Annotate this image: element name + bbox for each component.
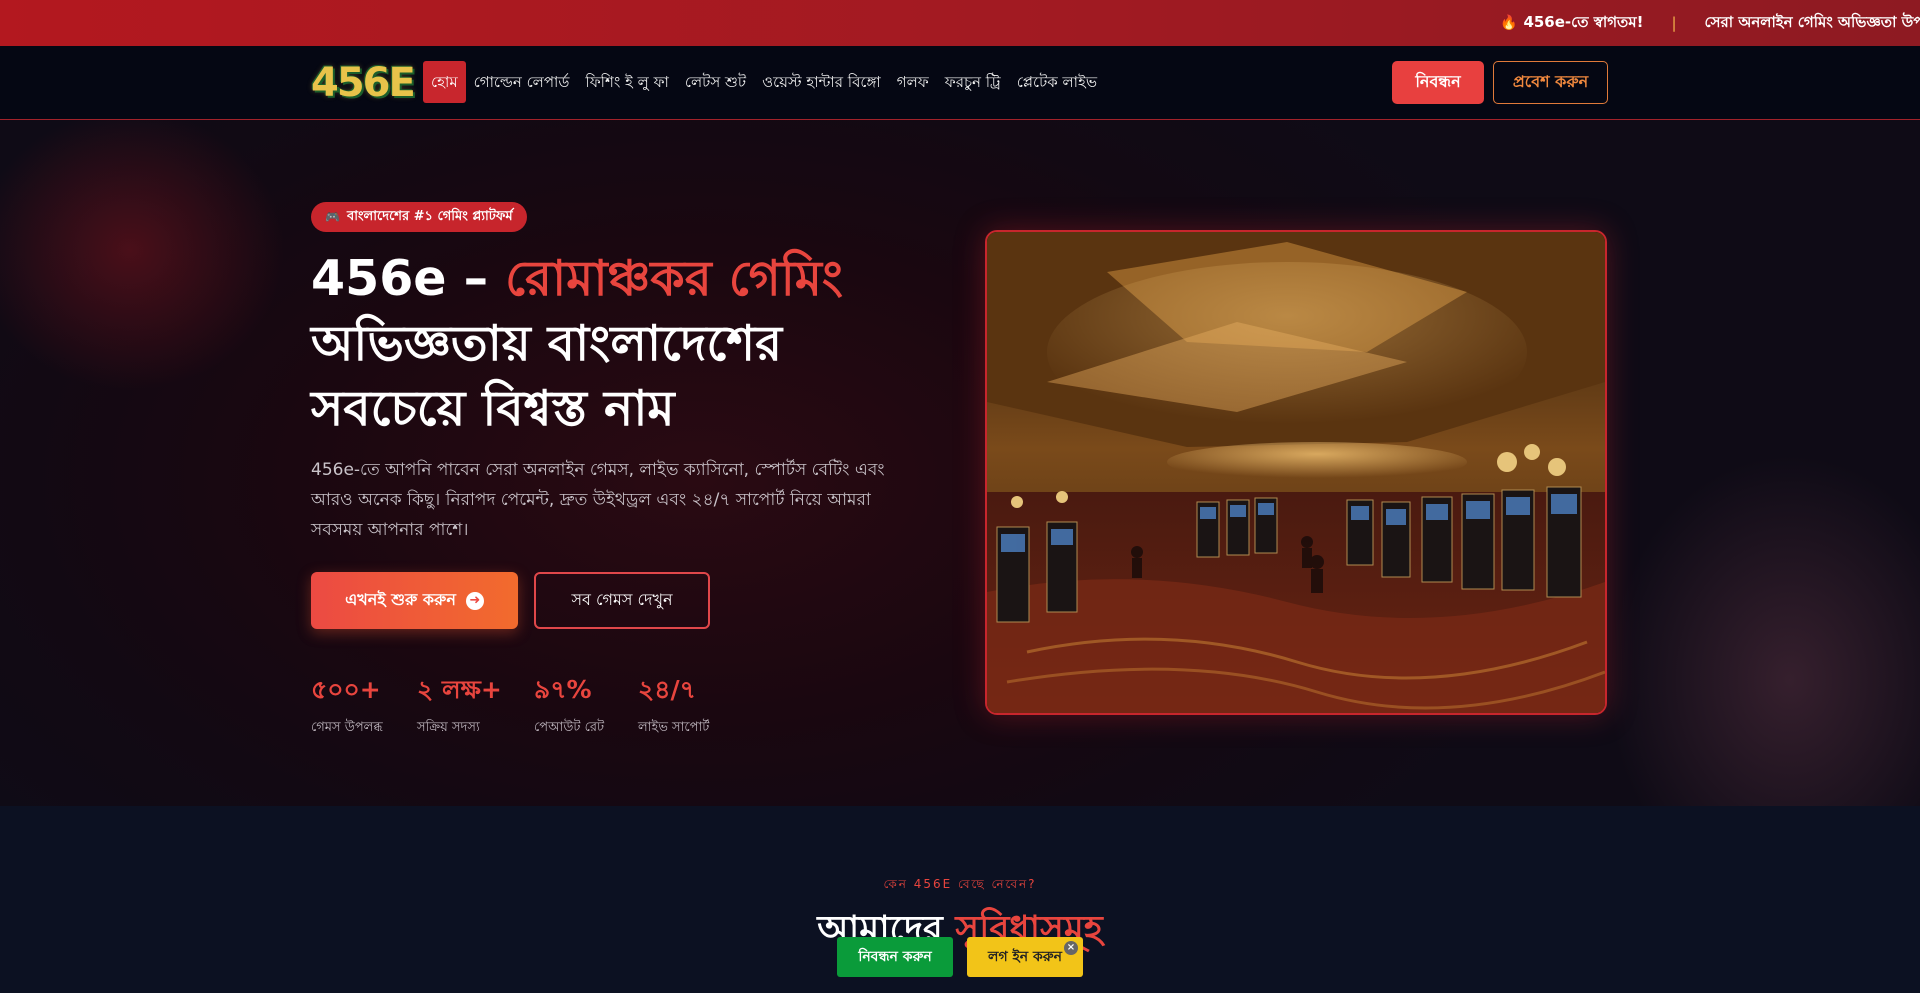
ticker-separator: | <box>1671 14 1677 32</box>
features-kicker: কেন 456E বেছে নেবেন? <box>883 877 1037 891</box>
stat-games: ৫০০+ গেমস উপলব্ধ <box>311 673 417 739</box>
hero-title-prefix: 456e – <box>311 250 506 307</box>
nav-item-fortune-tree[interactable]: ফরচুন ট্রি <box>937 61 1009 103</box>
stat-payout: ৯৭% পেআউট রেট <box>534 673 638 739</box>
nav-item-golf[interactable]: গলফ <box>889 61 937 103</box>
stat-value: ৯৭% <box>534 675 592 704</box>
floating-login-button[interactable]: লগ ইন করুন × <box>967 937 1083 977</box>
register-button[interactable]: নিবন্ধন <box>1392 61 1484 104</box>
nav-item-home[interactable]: হোম <box>423 61 466 103</box>
login-button[interactable]: প্রবেশ করুন <box>1493 61 1608 104</box>
stat-label: গেমস উপলব্ধ <box>311 720 383 735</box>
nav-item-playtech-live[interactable]: প্লেটেক লাইভ <box>1009 61 1105 103</box>
casino-interior-illustration <box>987 232 1605 713</box>
nav-item-west-hunter-bingo[interactable]: ওয়েস্ট হান্টার বিঙ্গো <box>754 61 889 103</box>
ticker-track: 🔥 456e-তে স্বাগতম! | সেরা অনলাইন গেমিং অ… <box>1500 0 1920 46</box>
stat-label: লাইভ সাপোর্ট <box>638 720 710 735</box>
hero-description: 456e-তে আপনি পাবেন সেরা অনলাইন গেমস, লাই… <box>311 460 885 540</box>
stat-label: পেআউট রেট <box>534 720 605 735</box>
nav-item-lets-shoot[interactable]: লেটস শুট <box>677 61 754 103</box>
start-now-label: এখনই শুরু করুন <box>345 590 456 609</box>
platform-badge: 🎮 বাংলাদেশের #১ গেমিং প্ল্যাটফর্ম <box>311 202 527 232</box>
stat-value: ২ লক্ষ+ <box>417 675 502 704</box>
hero-title: 456e – রোমাঞ্চকর গেমিং অভিজ্ঞতায় বাংলাদ… <box>311 246 911 441</box>
casino-hero-image <box>985 230 1607 715</box>
start-now-button[interactable]: এখনই শুরু করুন ➜ <box>311 572 518 629</box>
arrow-right-icon: ➜ <box>465 591 484 610</box>
announcement-ticker: 🔥 456e-তে স্বাগতম! | সেরা অনলাইন গেমিং অ… <box>0 0 1920 46</box>
fire-icon: 🔥 <box>1500 15 1518 31</box>
hero-section: 🎮 বাংলাদেশের #১ গেমিং প্ল্যাটফর্ম 456e –… <box>0 120 1920 806</box>
nav-item-fishing[interactable]: ফিশিং ই লু ফা <box>577 61 676 103</box>
stat-value: ২৪/৭ <box>638 675 696 704</box>
hero-title-rest: অভিজ্ঞতায় বাংলাদেশের সবচেয়ে বিশ্বস্ত ন… <box>311 315 783 437</box>
ticker-welcome: 456e-তে স্বাগতম! <box>1523 12 1644 31</box>
main-nav: হোম গোল্ডেন লেপার্ড ফিশিং ই লু ফা লেটস শ… <box>423 61 1105 103</box>
close-icon[interactable]: × <box>1064 941 1078 955</box>
ticker-message: সেরা অনলাইন গেমিং অভিজ্ঞতা উপভো <box>1704 12 1920 31</box>
floating-register-button[interactable]: নিবন্ধন করুন <box>837 937 953 977</box>
site-logo[interactable]: 456E <box>311 60 416 106</box>
gamepad-icon: 🎮 <box>325 210 340 224</box>
site-header: 456E হোম গোল্ডেন লেপার্ড ফিশিং ই লু ফা ল… <box>0 46 1920 120</box>
hero-title-accent: রোমাঞ্চকর গেমিং <box>505 250 844 307</box>
floating-login-label: লগ ইন করুন <box>988 949 1062 965</box>
view-all-games-button[interactable]: সব গেমস দেখুন <box>534 572 710 629</box>
floating-action-bar: নিবন্ধন করুন লগ ইন করুন × <box>837 937 1083 977</box>
hero-stats: ৫০০+ গেমস উপলব্ধ ২ লক্ষ+ সক্রিয় সদস্য ৯… <box>311 673 748 739</box>
stat-support: ২৪/৭ লাইভ সাপোর্ট <box>638 673 748 739</box>
badge-label: বাংলাদেশের #১ গেমিং প্ল্যাটফর্ম <box>346 208 513 224</box>
stat-members: ২ লক্ষ+ সক্রিয় সদস্য <box>417 673 534 739</box>
stat-label: সক্রিয় সদস্য <box>417 720 480 735</box>
nav-item-golden-leopard[interactable]: গোল্ডেন লেপার্ড <box>466 61 578 103</box>
stat-value: ৫০০+ <box>311 675 381 704</box>
